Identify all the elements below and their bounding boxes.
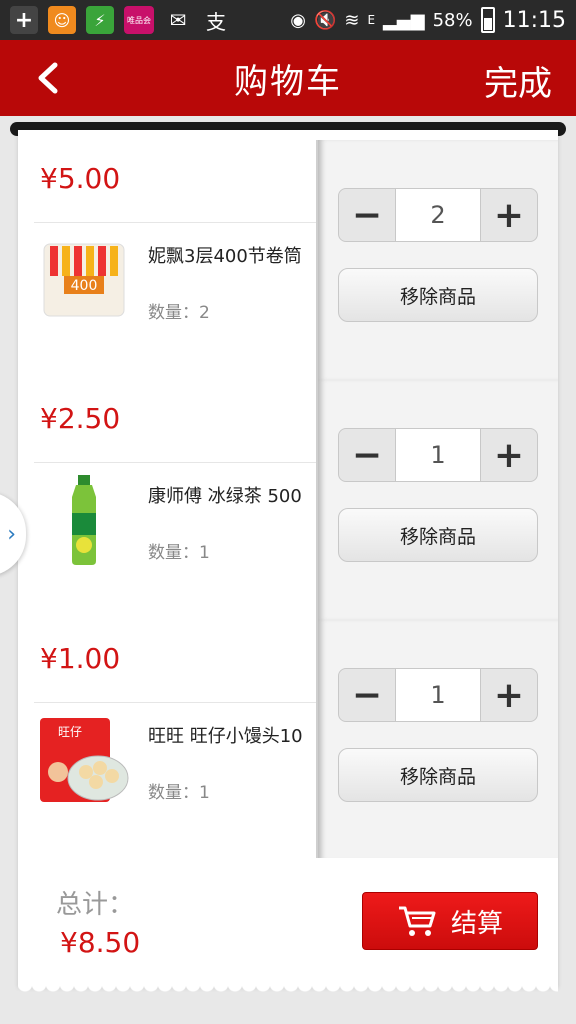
remove-item-button[interactable]: 移除商品 [338,748,538,802]
decrease-button[interactable]: − [339,189,395,241]
add-icon: + [10,6,38,34]
item-name: 康师傅 冰绿茶 500 [148,486,302,507]
cart-footer: 总计： ¥8.50 结算 [18,858,558,986]
battery-percent: 58% [432,9,473,31]
quantity-stepper: − 1 + [338,428,538,482]
cart-item-info: ¥1.00 旺仔 旺旺 旺仔小馒头10 数量：1 [18,620,316,860]
divider [34,462,316,463]
item-quantity-label: 数量：1 [148,783,210,803]
battery-icon [480,7,495,33]
alipay-icon: 支 [206,9,226,34]
title-bar: 购物车 完成 [0,40,576,116]
cart-item-actions: − 1 + 移除商品 [316,620,558,860]
remove-item-button[interactable]: 移除商品 [338,268,538,322]
quantity-input[interactable]: 1 [395,669,481,721]
quantity-input[interactable]: 1 [395,429,481,481]
cart-icon [398,906,436,936]
product-image-toilet-paper[interactable]: 400 [38,236,130,324]
item-name: 旺旺 旺仔小馒头10 [148,726,303,747]
snack-bag-icon: 旺仔 [40,718,129,802]
cart-item-actions: − 1 + 移除商品 [316,380,558,620]
quantity-stepper: − 1 + [338,668,538,722]
system-icons: ◉ 🔇 ≋ E ▂▄▆ 58% 11:15 [290,7,566,33]
increase-button[interactable]: + [481,189,537,241]
decrease-button[interactable]: − [339,669,395,721]
cart-item-info: ¥2.50 康师傅 冰绿茶 500 数量：1 [18,380,316,620]
item-quantity-label: 数量：1 [148,543,210,563]
checkout-label: 结算 [450,908,503,939]
paper-label: 400 [71,278,98,294]
network-type: E [367,13,376,27]
mute-icon: 🔇 [313,9,337,31]
battery-app-icon: ⚡ [86,6,114,34]
divider [34,702,316,703]
product-image-green-tea[interactable] [38,475,130,565]
divider [34,222,316,223]
cart-item: ¥2.50 康师傅 冰绿茶 500 数量：1 − 1 + 移除商品 [18,380,558,620]
cart-item-actions: − 2 + 移除商品 [316,140,558,380]
item-price: ¥5.00 [40,162,121,195]
cart-item-info: ¥5.00 400 妮飘3层400节卷筒 数量：2 [18,140,316,380]
eye-icon: ◉ [290,9,306,31]
item-price: ¥2.50 [40,402,121,435]
cart-item: ¥5.00 400 妮飘3层400节卷筒 数量：2 − 2 + 移除商品 [18,140,558,380]
done-button[interactable]: 完成 [484,56,552,105]
quantity-stepper: − 2 + [338,188,538,242]
tea-bottle-icon [72,475,96,565]
product-image-snack[interactable]: 旺仔 [38,716,130,804]
quantity-input[interactable]: 2 [395,189,481,241]
total-value: ¥8.50 [60,926,141,959]
chevron-right-icon: › [7,521,16,547]
toilet-paper-icon: 400 [43,243,125,317]
item-name: 妮飘3层400节卷筒 [148,246,302,267]
clock: 11:15 [502,7,566,33]
remove-item-button[interactable]: 移除商品 [338,508,538,562]
back-button[interactable] [26,56,70,100]
status-bar: + ☺ ⚡ 唯品会 ✉ 支 ◉ 🔇 ≋ E ▂▄▆ 58% 11:15 [0,0,576,40]
cart-item: ¥1.00 旺仔 旺旺 旺仔小馒头10 数量：1 − 1 + 移除商品 [18,620,558,860]
item-quantity-label: 数量：2 [148,303,210,323]
snack-label: 旺仔 [58,725,82,739]
mail-icon: ✉ [169,8,187,32]
chevron-left-icon [38,62,58,94]
vip-app-icon: 唯品会 [124,6,154,34]
notification-icons: + ☺ ⚡ 唯品会 ✉ 支 [10,6,230,34]
item-price: ¥1.00 [40,642,121,675]
signal-icon: ▂▄▆ [383,9,425,31]
checkout-button[interactable]: 结算 [362,892,538,950]
app-person-icon: ☺ [48,6,76,34]
increase-button[interactable]: + [481,429,537,481]
page-title: 购物车 [234,61,342,102]
receipt-torn-edge [18,986,558,1000]
decrease-button[interactable]: − [339,429,395,481]
total-label: 总计： [56,890,135,920]
wifi-icon: ≋ [344,9,360,31]
cart-receipt: ¥5.00 400 妮飘3层400节卷筒 数量：2 − 2 + 移除商品 ¥2.… [18,130,558,986]
increase-button[interactable]: + [481,669,537,721]
